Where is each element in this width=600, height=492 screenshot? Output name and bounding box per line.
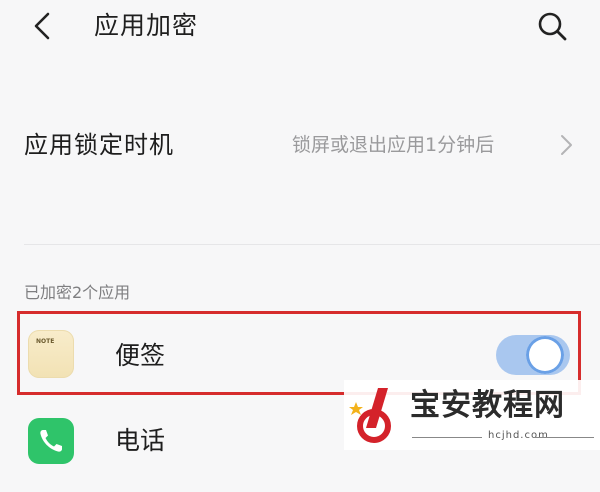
back-button[interactable]	[22, 6, 62, 46]
search-icon	[538, 12, 567, 41]
divider	[24, 244, 600, 245]
chevron-right-icon	[556, 132, 576, 158]
chevron-left-icon	[34, 12, 50, 40]
lock-timing-value: 锁屏或退出应用1分钟后	[292, 134, 495, 156]
app-name-phone: 电话	[115, 426, 166, 455]
watermark-logo-icon	[348, 384, 406, 446]
search-button[interactable]	[532, 6, 572, 46]
page-title: 应用加密	[94, 11, 199, 40]
phone-app-icon	[28, 418, 74, 464]
encrypted-apps-count-label: 已加密2个应用	[24, 283, 131, 302]
watermark-site-name: 宝安教程网	[410, 388, 565, 423]
watermark-url: hcjhd.com	[488, 430, 549, 441]
lock-timing-label: 应用锁定时机	[24, 131, 174, 159]
phone-icon	[40, 430, 62, 452]
watermark-divider	[412, 437, 482, 438]
watermark-divider	[534, 437, 594, 438]
